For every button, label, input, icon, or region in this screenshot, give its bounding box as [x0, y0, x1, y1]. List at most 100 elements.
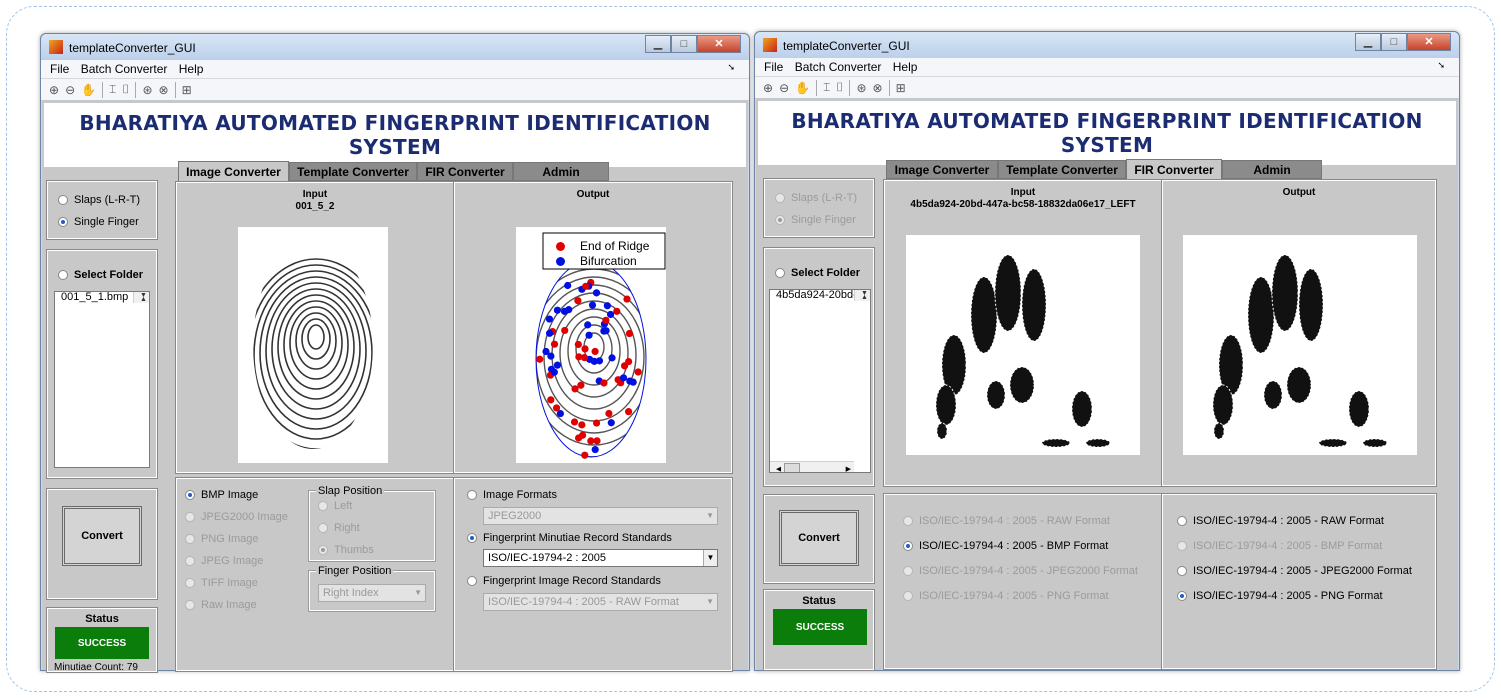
slap-right-radio[interactable]: Right — [318, 522, 360, 534]
output-minutiae-image: End of Ridge Bifurcation — [516, 227, 666, 463]
input-title: Input — [1010, 187, 1036, 198]
tab-admin[interactable]: Admin — [1222, 160, 1322, 179]
convert-button[interactable]: Convert — [62, 506, 142, 566]
zoom-in-icon[interactable]: ⊕ — [763, 81, 773, 95]
maximize-button[interactable]: □ — [1381, 33, 1407, 51]
tab-fir-converter[interactable]: FIR Converter — [417, 162, 513, 181]
fingerprint-blob — [1286, 366, 1312, 404]
menu-help[interactable]: Help — [893, 60, 918, 74]
tab-template-converter[interactable]: Template Converter — [289, 162, 417, 181]
tiff-image-radio[interactable]: TIFF Image — [185, 577, 258, 589]
out-bmp-format-radio[interactable]: ISO/IEC-19794-4 : 2005 - BMP Format — [1177, 540, 1382, 552]
file-list-scrollbar[interactable]: ▲ ▼ — [854, 290, 870, 302]
file-list-hscrollbar[interactable]: ◀ ▶ — [770, 460, 854, 472]
rotate-icon[interactable]: ⊛ — [142, 83, 152, 97]
link-icon[interactable]: ⊗ — [159, 83, 169, 97]
menu-file[interactable]: File — [764, 60, 783, 74]
minutia-marker — [634, 368, 642, 376]
in-png-format-radio[interactable]: ISO/IEC-19794-4 : 2005 - PNG Format — [903, 590, 1109, 602]
single-finger-radio[interactable]: Single Finger — [58, 216, 139, 228]
title-bar[interactable]: templateConverter_GUI ▁ □ ✕ — [41, 34, 749, 60]
select-folder-radio[interactable]: Select Folder — [775, 267, 860, 279]
rotate-icon[interactable]: ⊛ — [856, 81, 866, 95]
in-jpeg2000-format-radio[interactable]: ISO/IEC-19794-4 : 2005 - JPEG2000 Format — [903, 565, 1138, 577]
menu-help[interactable]: Help — [179, 62, 204, 76]
minutia-marker — [581, 451, 589, 459]
image-record-standards-dropdown[interactable]: ISO/IEC-19794-4 : 2005 - RAW Format ▼ — [483, 593, 718, 611]
out-jpeg2000-format-radio[interactable]: ISO/IEC-19794-4 : 2005 - JPEG2000 Format — [1177, 565, 1412, 577]
close-button[interactable]: ✕ — [1407, 33, 1451, 51]
convert-button[interactable]: Convert — [779, 510, 859, 566]
image-formats-dropdown[interactable]: JPEG2000 ▼ — [483, 507, 718, 525]
minutia-marker — [602, 327, 610, 335]
slaps-radio[interactable]: Slaps (L-R-T) — [58, 194, 140, 206]
status-success: SUCCESS — [773, 609, 867, 645]
dropdown-arrow-icon: ▼ — [414, 588, 422, 597]
plot-tools-icon[interactable]: ⊞ — [896, 81, 906, 95]
fingerprint-blob — [1362, 438, 1388, 448]
tab-image-converter[interactable]: Image Converter — [178, 161, 289, 182]
jpeg-image-radio[interactable]: JPEG Image — [185, 555, 263, 567]
slap-thumbs-radio[interactable]: Thumbs — [318, 544, 374, 556]
banner-title: BHARATIYA AUTOMATED FINGERPRINT IDENTIFI… — [791, 109, 1423, 157]
file-list[interactable]: 4b5da924-20bd-44b5da924-20bd-44b5da924-2… — [769, 289, 871, 473]
output-slap-image — [1183, 235, 1417, 455]
minutia-marker — [536, 355, 544, 363]
zoom-out-icon[interactable]: ⊖ — [65, 83, 75, 97]
tab-admin[interactable]: Admin — [513, 162, 609, 181]
slaps-radio[interactable]: Slaps (L-R-T) — [775, 192, 857, 204]
minutiae-standards-dropdown[interactable]: ISO/IEC-19794-2 : 2005 ▼ — [483, 549, 718, 567]
menu-batch-converter[interactable]: Batch Converter — [81, 62, 168, 76]
minutiae-standards-radio[interactable]: Fingerprint Minutiae Record Standards — [467, 532, 672, 544]
in-raw-format-radio[interactable]: ISO/IEC-19794-4 : 2005 - RAW Format — [903, 515, 1110, 527]
convert-panel: Convert — [763, 494, 875, 584]
menu-overflow-icon[interactable]: ➘ — [1437, 60, 1445, 71]
maximize-button[interactable]: □ — [671, 35, 697, 53]
dropdown-arrow-icon: ▼ — [706, 511, 714, 520]
image-type-panel: BMP Image JPEG2000 Image PNG Image JPEG … — [175, 477, 455, 672]
brush-icon[interactable]: ⌷ — [836, 80, 843, 95]
out-raw-format-radio[interactable]: ISO/IEC-19794-4 : 2005 - RAW Format — [1177, 515, 1384, 527]
window-title: templateConverter_GUI — [69, 41, 196, 55]
fingerprint-blob — [1212, 384, 1234, 426]
data-cursor-icon[interactable]: ⌶ — [823, 80, 830, 95]
data-cursor-icon[interactable]: ⌶ — [109, 82, 116, 97]
menu-overflow-icon[interactable]: ➘ — [727, 62, 735, 73]
in-bmp-format-radio[interactable]: ISO/IEC-19794-4 : 2005 - BMP Format — [903, 540, 1108, 552]
tab-template-converter[interactable]: Template Converter — [998, 160, 1126, 179]
file-list[interactable]: 001_5_1.bmp001_5_2.bmp001_5_3.bmp001_5_4… — [54, 291, 150, 468]
png-image-radio[interactable]: PNG Image — [185, 533, 258, 545]
minutia-marker — [561, 326, 569, 335]
link-icon[interactable]: ⊗ — [873, 81, 883, 95]
tab-fir-converter[interactable]: FIR Converter — [1126, 159, 1222, 180]
minutia-marker — [592, 289, 601, 297]
menu-batch-converter[interactable]: Batch Converter — [795, 60, 882, 74]
raw-image-radio[interactable]: Raw Image — [185, 599, 257, 611]
image-record-standards-radio[interactable]: Fingerprint Image Record Standards — [467, 575, 661, 587]
minimize-button[interactable]: ▁ — [1355, 33, 1381, 51]
plot-tools-icon[interactable]: ⊞ — [182, 83, 192, 97]
zoom-in-icon[interactable]: ⊕ — [49, 83, 59, 97]
finger-position-dropdown[interactable]: Right Index ▼ — [318, 584, 426, 602]
title-bar[interactable]: templateConverter_GUI ▁ □ ✕ — [755, 32, 1459, 58]
out-png-format-radio[interactable]: ISO/IEC-19794-4 : 2005 - PNG Format — [1177, 590, 1383, 602]
image-formats-radio[interactable]: Image Formats — [467, 489, 557, 501]
file-list-scrollbar[interactable]: ▲ ▼ — [133, 292, 149, 304]
minimize-button[interactable]: ▁ — [645, 35, 671, 53]
jpeg2000-image-radio[interactable]: JPEG2000 Image — [185, 511, 288, 523]
close-button[interactable]: ✕ — [697, 35, 741, 53]
minutia-marker — [602, 316, 610, 324]
minutiae-count: Minutiae Count: 79 — [54, 662, 138, 673]
select-folder-radio[interactable]: Select Folder — [58, 269, 143, 281]
zoom-out-icon[interactable]: ⊖ — [779, 81, 789, 95]
brush-icon[interactable]: ⌷ — [122, 82, 129, 97]
single-finger-radio[interactable]: Single Finger — [775, 214, 856, 226]
pan-icon[interactable]: ✋ — [795, 81, 810, 95]
slap-left-radio[interactable]: Left — [318, 500, 352, 512]
bmp-image-radio[interactable]: BMP Image — [185, 489, 258, 501]
menu-file[interactable]: File — [50, 62, 69, 76]
pan-icon[interactable]: ✋ — [81, 83, 96, 97]
banner: BHARATIYA AUTOMATED FINGERPRINT IDENTIFI… — [758, 101, 1456, 176]
tab-image-converter[interactable]: Image Converter — [886, 160, 998, 179]
minutia-marker — [607, 419, 615, 427]
